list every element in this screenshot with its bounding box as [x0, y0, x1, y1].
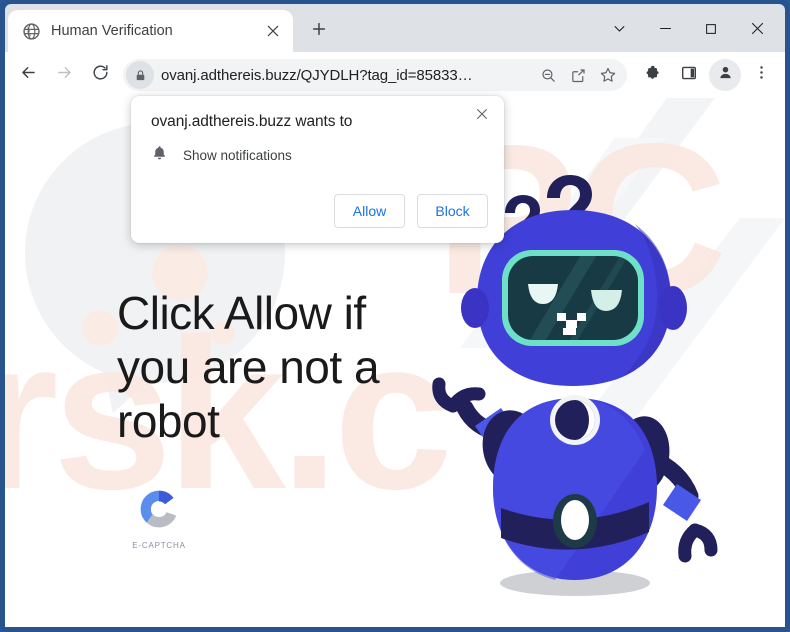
minimize-icon — [658, 21, 673, 41]
tab-close-icon[interactable] — [261, 19, 285, 43]
notification-permission-dialog: ovanj.adthereis.buzz wants to Show notif… — [131, 96, 504, 243]
window-close-button[interactable] — [734, 8, 780, 54]
url-text: ovanj.adthereis.buzz/QJYDLH?tag_id=85833… — [161, 66, 473, 84]
dialog-actions: Allow Block — [334, 194, 488, 228]
bell-icon — [151, 144, 168, 166]
captcha-logo: E-CAPTCHA — [129, 486, 189, 550]
dialog-close-button[interactable] — [468, 102, 496, 130]
browser-toolbar: ovanj.adthereis.buzz/QJYDLH?tag_id=85833… — [5, 52, 785, 98]
dialog-title: ovanj.adthereis.buzz wants to — [151, 113, 353, 130]
chevron-down-icon — [612, 21, 627, 41]
side-panel-button[interactable] — [673, 59, 705, 91]
permission-request-row: Show notifications — [151, 144, 292, 166]
three-dot-menu-icon — [753, 64, 770, 86]
page-title: Click Allow if you are not a robot — [117, 287, 380, 447]
forward-arrow-icon — [55, 63, 74, 87]
zoom-out-icon[interactable] — [533, 60, 563, 90]
new-tab-button[interactable] — [303, 15, 335, 47]
allow-button[interactable]: Allow — [334, 194, 405, 228]
share-icon[interactable] — [563, 60, 593, 90]
captcha-label: E-CAPTCHA — [132, 541, 186, 550]
permission-label: Show notifications — [183, 147, 292, 163]
profile-avatar-icon — [717, 64, 734, 86]
address-bar[interactable]: ovanj.adthereis.buzz/QJYDLH?tag_id=85833… — [123, 59, 627, 91]
reload-icon — [91, 63, 110, 87]
profile-button[interactable] — [709, 59, 741, 91]
browser-menu-button[interactable] — [745, 59, 777, 91]
star-icon[interactable] — [593, 60, 623, 90]
minimize-button[interactable] — [642, 8, 688, 54]
browser-tab[interactable]: Human Verification — [8, 10, 293, 52]
maximize-icon — [704, 22, 718, 41]
globe-icon — [22, 22, 41, 41]
close-icon — [475, 107, 489, 126]
c-ring-icon — [136, 486, 182, 537]
close-icon — [750, 21, 765, 41]
block-button[interactable]: Block — [417, 194, 488, 228]
puzzle-piece-icon — [644, 64, 662, 87]
back-arrow-icon — [19, 63, 38, 87]
extensions-button[interactable] — [637, 59, 669, 91]
browser-window: Human Verification ovanj.adthereis.buzz/… — [0, 0, 790, 632]
tab-strip: Human Verification — [5, 4, 785, 52]
reload-button[interactable] — [83, 58, 117, 92]
maximize-button[interactable] — [688, 8, 734, 54]
window-more-button[interactable] — [596, 8, 642, 54]
lock-icon[interactable] — [126, 61, 154, 89]
tab-title: Human Verification — [51, 23, 173, 39]
forward-button[interactable] — [47, 58, 81, 92]
plus-icon — [311, 21, 327, 42]
back-button[interactable] — [11, 58, 45, 92]
side-panel-icon — [680, 64, 698, 87]
window-controls — [596, 8, 780, 54]
